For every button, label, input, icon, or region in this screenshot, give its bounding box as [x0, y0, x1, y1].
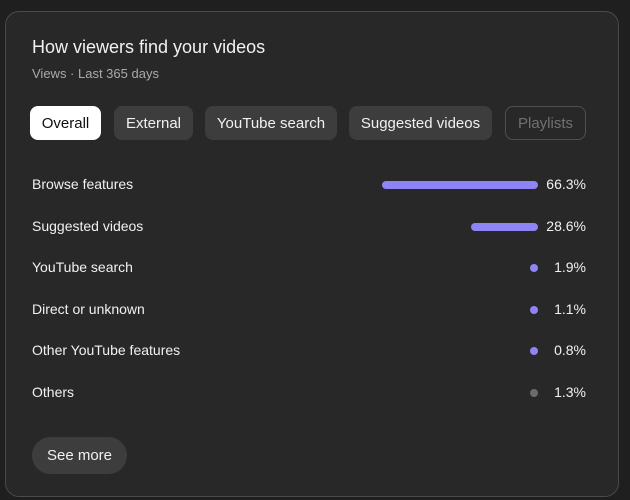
- source-bar-browse-features: [382, 181, 538, 189]
- source-label-other-youtube-features: Other YouTube features: [32, 342, 181, 358]
- source-bar-suggested-videos: [470, 223, 538, 231]
- source-label-direct-or-unknown: Direct or unknown: [32, 301, 145, 317]
- source-value-youtube-search: 1.9%: [554, 259, 586, 275]
- tab-playlists: Playlists: [505, 106, 586, 140]
- source-value-browse-features: 66.3%: [546, 176, 586, 192]
- tab-suggested-videos[interactable]: Suggested videos: [349, 106, 492, 140]
- source-label-others: Others: [32, 384, 75, 400]
- source-bar-youtube-search: [530, 264, 538, 272]
- source-value-direct-or-unknown: 1.1%: [554, 301, 586, 317]
- tab-overall[interactable]: Overall: [30, 106, 101, 140]
- source-bar-others: [530, 389, 538, 397]
- card-subtitle: Views · Last 365 days: [32, 66, 159, 81]
- card-title: How viewers find your videos: [32, 37, 266, 57]
- source-value-others: 1.3%: [554, 384, 586, 400]
- tab-external[interactable]: External: [114, 106, 193, 140]
- traffic-sources-card: How viewers find your videos Views · Las…: [5, 11, 619, 497]
- tab-youtube-search[interactable]: YouTube search: [205, 106, 337, 140]
- source-value-suggested-videos: 28.6%: [546, 218, 586, 234]
- source-bar-direct-or-unknown: [530, 306, 538, 314]
- source-label-suggested-videos: Suggested videos: [32, 218, 144, 234]
- source-value-other-youtube-features: 0.8%: [554, 342, 586, 358]
- source-label-browse-features: Browse features: [32, 176, 134, 192]
- see-more-button[interactable]: See more: [32, 437, 127, 474]
- source-label-youtube-search: YouTube search: [32, 259, 133, 275]
- source-bar-other-youtube-features: [530, 347, 538, 355]
